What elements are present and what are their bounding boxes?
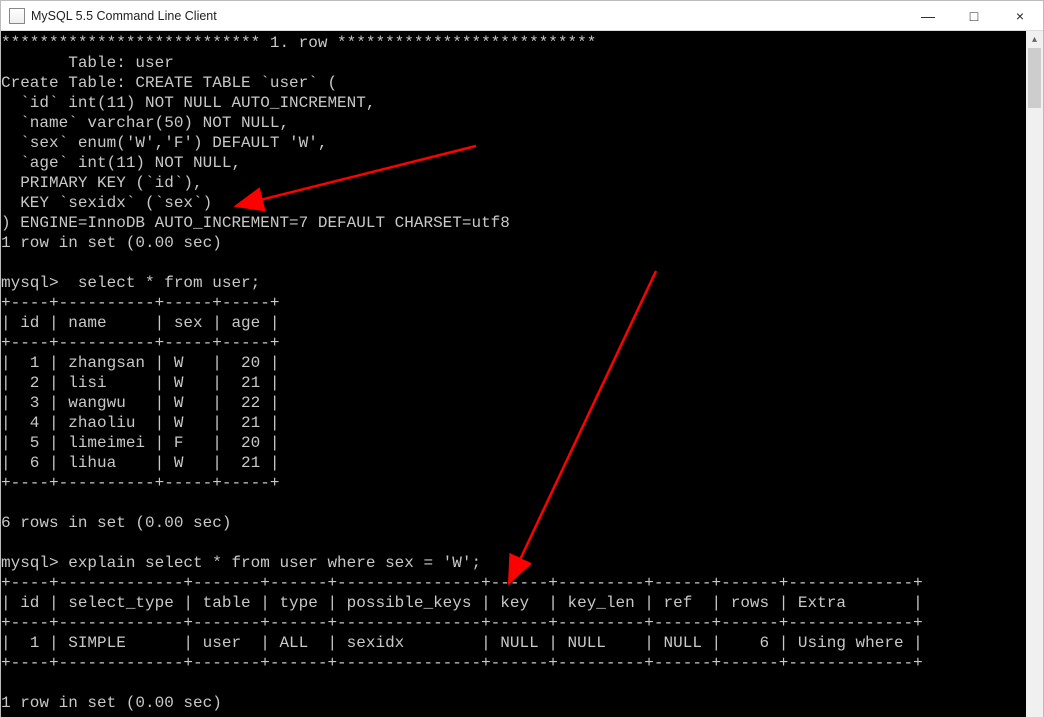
- user-table-row: | 4 | zhaoliu | W | 21 |: [1, 414, 279, 432]
- maximize-button[interactable]: □: [951, 1, 997, 31]
- scroll-thumb[interactable]: [1028, 48, 1041, 108]
- user-table-header: | id | name | sex | age |: [1, 314, 279, 332]
- rowset-2: 1 row in set (0.00 sec): [1, 694, 222, 712]
- column-id: `id` int(11) NOT NULL AUTO_INCREMENT,: [1, 94, 375, 112]
- engine-line: ) ENGINE=InnoDB AUTO_INCREMENT=7 DEFAULT…: [1, 214, 510, 232]
- console-output[interactable]: *************************** 1. row *****…: [1, 31, 1026, 717]
- explain-border: +----+-------------+-------+------+-----…: [1, 654, 923, 672]
- table-name-line: Table: user: [1, 54, 174, 72]
- primary-key-line: PRIMARY KEY (`id`),: [1, 174, 203, 192]
- titlebar[interactable]: MySQL 5.5 Command Line Client — □ ×: [1, 1, 1043, 31]
- column-age: `age` int(11) NOT NULL,: [1, 154, 241, 172]
- rowset-6: 6 rows in set (0.00 sec): [1, 514, 231, 532]
- rowset-1: 1 row in set (0.00 sec): [1, 234, 222, 252]
- arrow-to-key-sexidx: [236, 146, 476, 206]
- scroll-up-button[interactable]: ▴: [1026, 31, 1043, 48]
- explain-row: | 1 | SIMPLE | user | ALL | sexidx | NUL…: [1, 634, 923, 652]
- close-button[interactable]: ×: [997, 1, 1043, 31]
- user-table-border: +----+----------+-----+-----+: [1, 334, 279, 352]
- window-title: MySQL 5.5 Command Line Client: [31, 9, 217, 23]
- scroll-track[interactable]: [1026, 48, 1043, 717]
- app-icon: [9, 8, 25, 24]
- client-area: *************************** 1. row *****…: [1, 31, 1043, 717]
- explain-border: +----+-------------+-------+------+-----…: [1, 614, 923, 632]
- column-name: `name` varchar(50) NOT NULL,: [1, 114, 289, 132]
- vertical-scrollbar[interactable]: ▴ ▾: [1026, 31, 1043, 717]
- row-header: *************************** 1. row *****…: [1, 34, 596, 52]
- arrow-to-key-column: [509, 271, 656, 583]
- explain-header: | id | select_type | table | type | poss…: [1, 594, 923, 612]
- create-table-line: Create Table: CREATE TABLE `user` (: [1, 74, 337, 92]
- user-table-row: | 5 | limeimei | F | 20 |: [1, 434, 279, 452]
- column-sex: `sex` enum('W','F') DEFAULT 'W',: [1, 134, 327, 152]
- key-sexidx-line: KEY `sexidx` (`sex`): [1, 194, 212, 212]
- user-table-border: +----+----------+-----+-----+: [1, 294, 279, 312]
- explain-border: +----+-------------+-------+------+-----…: [1, 574, 923, 592]
- user-table-border: +----+----------+-----+-----+: [1, 474, 279, 492]
- user-table-row: | 6 | lihua | W | 21 |: [1, 454, 279, 472]
- minimize-button[interactable]: —: [905, 1, 951, 31]
- prompt-explain: mysql> explain select * from user where …: [1, 554, 481, 572]
- user-table-row: | 3 | wangwu | W | 22 |: [1, 394, 279, 412]
- prompt-select: mysql> select * from user;: [1, 274, 260, 292]
- user-table-row: | 1 | zhangsan | W | 20 |: [1, 354, 279, 372]
- app-window: MySQL 5.5 Command Line Client — □ × ****…: [0, 0, 1044, 717]
- user-table-row: | 2 | lisi | W | 21 |: [1, 374, 279, 392]
